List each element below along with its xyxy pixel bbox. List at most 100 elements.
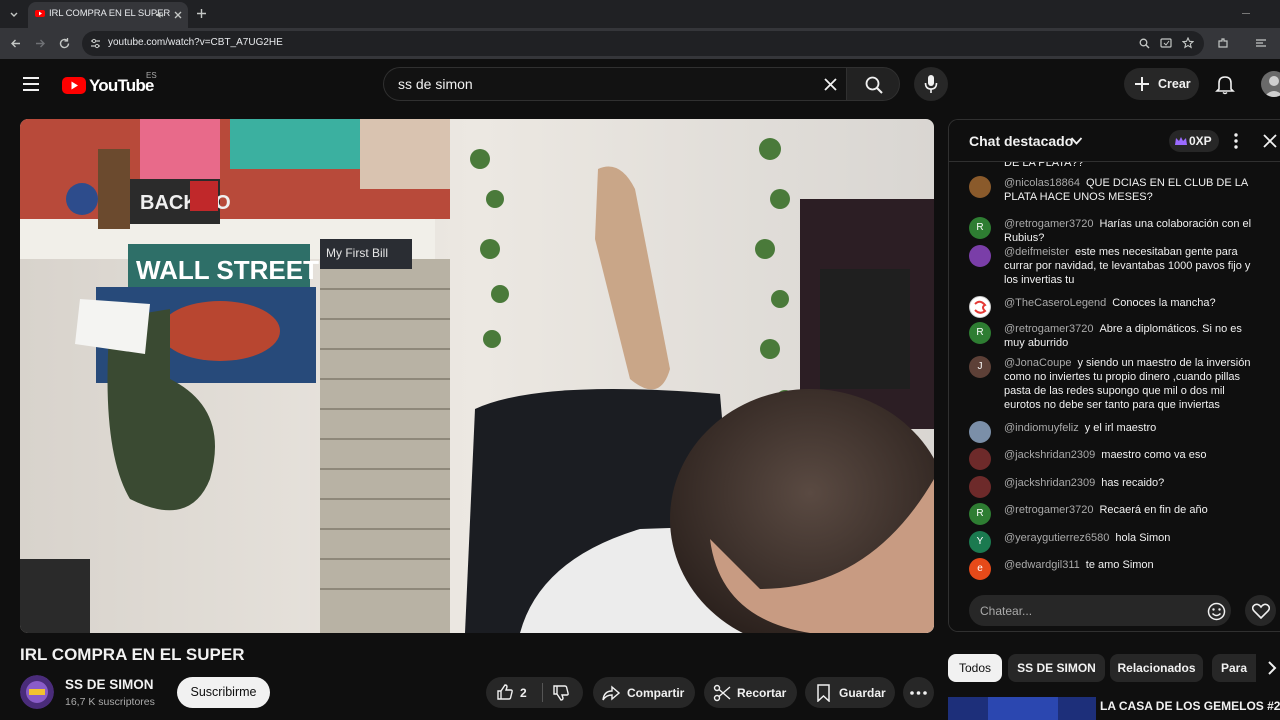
forward-icon[interactable] (34, 37, 47, 50)
chat-author-avatar[interactable]: R (969, 322, 991, 344)
emoji-icon[interactable] (1207, 602, 1226, 621)
chat-author-name[interactable]: @jackshridan2309 (1004, 477, 1095, 489)
channel-name[interactable]: SS DE SIMON (65, 677, 154, 692)
chat-mode-title[interactable]: Chat destacado (969, 133, 1073, 149)
chat-author-avatar[interactable] (969, 245, 991, 267)
tab-search-icon[interactable] (8, 8, 20, 20)
chat-author-avatar[interactable] (969, 476, 991, 498)
new-tab-icon[interactable] (196, 8, 207, 19)
chat-author-avatar[interactable] (969, 176, 991, 198)
chip-todos[interactable]: Todos (948, 654, 1002, 682)
account-avatar[interactable] (1261, 71, 1280, 97)
thumbs-down-icon (552, 684, 570, 702)
like-dislike-group: 2 (486, 677, 583, 708)
clear-search-icon[interactable] (823, 77, 838, 92)
chat-message-body: @yeraygutierrez6580 hola Simon (1004, 531, 1262, 545)
youtube-logo-icon (62, 77, 86, 94)
site-info-icon[interactable] (90, 38, 101, 49)
chat-message-body: @retrogamer3720 Abre a diplomáticos. Si n… (1004, 322, 1262, 350)
youtube-logo[interactable]: YouTube ES (62, 71, 157, 98)
chip-ss-de-simon[interactable]: SS DE SIMON (1008, 654, 1105, 682)
chat-author-avatar[interactable]: R (969, 217, 991, 239)
chat-message-body: @JonaCoupe y siendo un maestro de la inve… (1004, 356, 1262, 412)
tab-audio-icon[interactable] (155, 10, 165, 20)
voice-search-button[interactable] (914, 67, 948, 101)
address-bar[interactable]: youtube.com/watch?v=CBT_A7UG2HE (82, 31, 1204, 56)
chat-author-name[interactable]: @edwardgil311 (1004, 559, 1080, 571)
close-chat-icon[interactable] (1263, 134, 1277, 148)
clip-button[interactable]: Recortar (704, 677, 797, 708)
chat-author-name[interactable]: @retrogamer3720 (1004, 323, 1093, 335)
save-button[interactable]: Guardar (805, 677, 895, 708)
chat-input-row: Chatear... (949, 583, 1280, 631)
chat-message-text: maestro como va eso (1101, 449, 1207, 461)
more-horizontal-icon (910, 691, 927, 695)
bookmark-icon (816, 684, 831, 702)
chat-input-placeholder: Chatear... (980, 604, 1033, 618)
search-input-value: ss de simon (398, 76, 473, 92)
chat-author-name[interactable]: @retrogamer3720 (1004, 218, 1093, 230)
region-code: ES (146, 71, 157, 80)
chat-author-name[interactable]: @deifmeister (1004, 246, 1069, 258)
heart-reaction-button[interactable] (1245, 595, 1276, 626)
chat-author-avatar[interactable] (969, 296, 991, 318)
video-player[interactable]: BACK TO WALL STREET My First Bill (20, 119, 934, 633)
microphone-icon (924, 74, 938, 94)
subscribe-button[interactable]: Suscribirme (177, 677, 270, 708)
chat-author-avatar[interactable]: J (969, 356, 991, 378)
dislike-button[interactable] (543, 677, 583, 708)
more-vertical-icon[interactable] (1234, 133, 1238, 149)
chat-author-avatar[interactable] (969, 421, 991, 443)
chevron-down-icon[interactable] (1070, 136, 1083, 146)
cast-icon[interactable] (1160, 38, 1172, 49)
chat-message-text: y el irl maestro (1084, 422, 1157, 434)
chat-input[interactable]: Chatear... (969, 595, 1231, 626)
crown-icon (1174, 136, 1188, 147)
chat-author-name[interactable]: @JonaCoupe (1004, 357, 1071, 369)
active-tab[interactable]: IRL COMPRA EN EL SUPER (28, 2, 188, 28)
like-button[interactable]: 2 (486, 677, 542, 708)
youtube-logo-text: YouTube (89, 76, 154, 95)
like-count: 2 (520, 686, 527, 700)
chat-author-name[interactable]: @jackshridan2309 (1004, 449, 1095, 461)
chat-message-body: @TheCaseroLegend Conoces la mancha? (1004, 296, 1262, 310)
chat-author-name[interactable]: @nicolas18864 (1004, 177, 1080, 189)
xp-badge[interactable]: 0XP (1169, 130, 1219, 152)
chat-author-avatar[interactable]: Y (969, 531, 991, 553)
reload-icon[interactable] (58, 37, 71, 50)
scissors-icon (713, 684, 731, 702)
browser-menu-icon[interactable] (1255, 37, 1267, 49)
chat-author-name[interactable]: @TheCaseroLegend (1004, 297, 1106, 309)
chat-author-name[interactable]: @yeraygutierrez6580 (1004, 532, 1109, 544)
more-actions-button[interactable] (903, 677, 934, 708)
chat-author-name[interactable]: @indiomuyfeliz (1004, 422, 1079, 434)
channel-avatar[interactable] (20, 675, 54, 709)
extensions-icon[interactable] (1217, 37, 1229, 49)
tab-close-icon[interactable] (173, 10, 183, 20)
search-input[interactable]: ss de simon (383, 67, 846, 101)
chip-para[interactable]: Para (1212, 654, 1256, 682)
search-button[interactable] (846, 67, 900, 101)
bookmark-star-icon[interactable] (1182, 37, 1194, 49)
browser-tab-strip: IRL COMPRA EN EL SUPER (0, 0, 1280, 28)
share-button[interactable]: Compartir (593, 677, 695, 708)
chat-author-avatar[interactable]: e (969, 558, 991, 580)
youtube-header: YouTube ES ss de simon Crear (0, 59, 1280, 113)
related-video-title[interactable]: LA CASA DE LOS GEMELOS #2 | (1100, 699, 1280, 713)
notifications-bell-icon[interactable] (1215, 74, 1235, 95)
related-video-thumbnail[interactable] (948, 697, 1096, 720)
chat-message-text: te amo Simon (1085, 559, 1154, 571)
back-icon[interactable] (9, 37, 22, 50)
chips-next-icon[interactable] (1266, 660, 1278, 676)
save-label: Guardar (839, 686, 886, 700)
create-button[interactable]: Crear (1124, 68, 1199, 100)
share-icon (602, 684, 620, 702)
chat-author-avatar[interactable] (969, 448, 991, 470)
minimize-icon[interactable] (1242, 13, 1250, 14)
chat-author-avatar[interactable]: R (969, 503, 991, 525)
chat-message-body: @retrogamer3720 Recaerá en fin de año (1004, 503, 1262, 517)
chat-author-name[interactable]: @retrogamer3720 (1004, 504, 1093, 516)
zoom-icon[interactable] (1139, 38, 1150, 49)
hamburger-menu-icon[interactable] (22, 76, 40, 92)
chip-relacionados[interactable]: Relacionados (1110, 654, 1203, 682)
